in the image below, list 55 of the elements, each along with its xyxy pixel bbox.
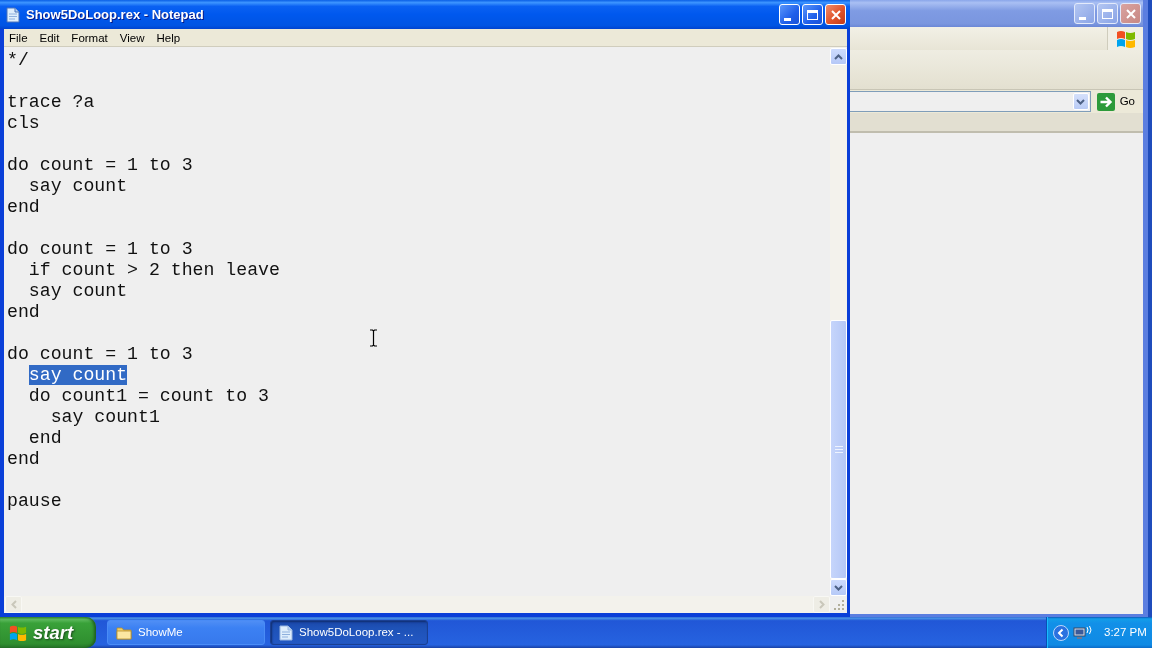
document-icon xyxy=(6,6,20,23)
size-grip-icon[interactable] xyxy=(834,600,845,611)
menu-item[interactable]: Format xyxy=(65,29,114,46)
text-cursor-icon xyxy=(369,329,378,347)
network-icon[interactable] xyxy=(1073,624,1093,641)
close-icon xyxy=(830,9,841,20)
flag-icon xyxy=(8,623,28,642)
menu-item[interactable]: Help xyxy=(150,29,187,46)
chevron-down-icon xyxy=(1076,98,1086,105)
code-line: cls xyxy=(7,113,40,133)
minimize-icon xyxy=(784,18,791,21)
chevron-down-icon xyxy=(834,584,843,591)
folder-icon xyxy=(116,625,132,640)
menu-item[interactable]: Edit xyxy=(33,29,66,46)
code-line: trace ?a xyxy=(7,92,95,112)
code-line: say count xyxy=(28,176,128,196)
code-line: say count xyxy=(28,281,128,301)
code-line: end xyxy=(7,197,40,217)
chevron-up-icon xyxy=(834,53,843,60)
minimize-icon xyxy=(1079,17,1086,20)
taskbar-button[interactable]: Show5DoLoop.rex - ... xyxy=(270,620,428,645)
code-line: end xyxy=(7,449,40,469)
go-button[interactable]: Go xyxy=(1091,92,1135,111)
code-line: do count1 = count to 3 xyxy=(28,386,269,406)
code-line: do count = 1 to 3 xyxy=(7,155,193,175)
arrow-icon xyxy=(1096,92,1115,111)
close-button[interactable] xyxy=(1120,3,1141,24)
code-line: end xyxy=(7,302,40,322)
menu-item[interactable]: View xyxy=(113,29,151,46)
code-line: do count = 1 to 3 xyxy=(7,239,193,259)
scroll-down-button[interactable] xyxy=(830,579,847,596)
code-line: pause xyxy=(7,491,62,511)
grip-icon xyxy=(834,446,843,453)
code-line: end xyxy=(28,428,62,448)
menu-item[interactable]: File xyxy=(4,29,34,46)
dropdown-button[interactable] xyxy=(1072,93,1089,110)
chevron-right-icon xyxy=(818,600,825,609)
address-field[interactable] xyxy=(850,91,1091,112)
scroll-up-button[interactable] xyxy=(830,48,847,65)
maximize-icon xyxy=(807,9,818,20)
window-title: Show5DoLoop.rex - Notepad xyxy=(26,5,204,24)
scrollbar-thumb[interactable] xyxy=(830,320,847,579)
maximize-icon xyxy=(1102,8,1113,19)
taskbar-button[interactable]: ShowMe xyxy=(107,620,265,645)
chevron-icon[interactable] xyxy=(1053,624,1069,641)
chevron-left-icon xyxy=(10,600,17,609)
code-line: */ xyxy=(7,50,29,70)
code-line: say count1 xyxy=(50,407,160,427)
clock: 3:27 PM xyxy=(1104,624,1147,640)
code-line: if count > 2 then leave xyxy=(28,260,280,280)
close-icon xyxy=(1125,8,1136,19)
code-line: do count = 1 to 3 xyxy=(7,344,193,364)
start-button[interactable]: start xyxy=(0,617,96,648)
flag-icon xyxy=(1114,28,1137,49)
document-icon xyxy=(279,624,293,641)
